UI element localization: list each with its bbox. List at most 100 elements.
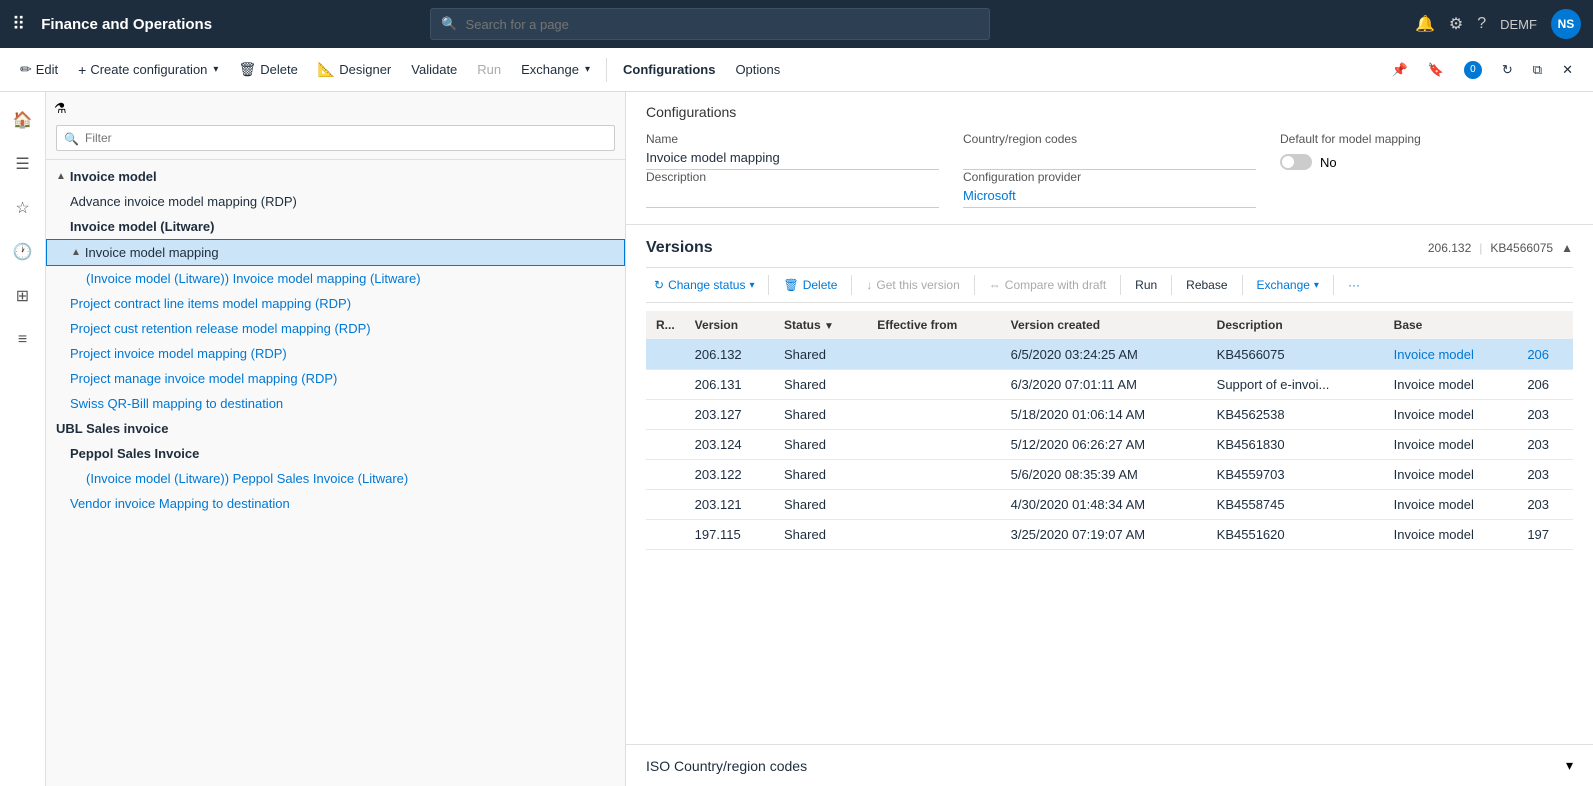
tree-item[interactable]: Project contract line items model mappin… <box>46 291 625 316</box>
close-icon[interactable]: ✕ <box>1554 57 1581 83</box>
options-button[interactable]: Options <box>727 57 788 82</box>
tree-item[interactable]: Project manage invoice model mapping (RD… <box>46 366 625 391</box>
sidebar-recent-icon[interactable]: 🕐 <box>5 234 41 270</box>
versions-exchange-button[interactable]: Exchange ▾ <box>1249 274 1327 296</box>
table-cell: Shared <box>774 340 867 370</box>
table-cell: Support of e-invoi... <box>1207 370 1384 400</box>
default-mapping-field: Default for model mapping No <box>1280 132 1573 170</box>
exchange-button[interactable]: Exchange ▾ <box>513 57 598 82</box>
table-cell: KB4558745 <box>1207 490 1384 520</box>
bookmark-icon[interactable]: 🔖 <box>1420 57 1452 83</box>
change-status-button[interactable]: ↻ Change status ▾ <box>646 274 762 296</box>
table-header-row: R... Version Status ▼ Effective from Ver… <box>646 311 1573 340</box>
tree-item[interactable]: (Invoice model (Litware)) Invoice model … <box>46 266 625 291</box>
help-icon[interactable]: ? <box>1477 15 1486 33</box>
tree-item[interactable]: ▲Invoice model <box>46 164 625 189</box>
versions-run-button[interactable]: Run <box>1127 274 1165 296</box>
tree-item[interactable]: Project invoice model mapping (RDP) <box>46 341 625 366</box>
table-cell: 206.131 <box>685 370 774 400</box>
tree-search-icon: 🔍 <box>64 132 79 146</box>
action-bar: ✏ Edit + Create configuration ▾ 🗑 Delete… <box>0 48 1593 92</box>
search-icon: 🔍 <box>441 16 457 32</box>
validate-button[interactable]: Validate <box>403 57 465 82</box>
sidebar-favorites-icon[interactable]: ☆ <box>5 190 41 226</box>
table-cell: 197 <box>1517 520 1573 550</box>
designer-button[interactable]: 📐 Designer <box>310 56 399 83</box>
iso-section[interactable]: ISO Country/region codes ▾ <box>626 744 1593 786</box>
create-configuration-button[interactable]: + Create configuration ▾ <box>70 57 226 83</box>
table-row[interactable]: 203.121Shared4/30/2020 01:48:34 AMKB4558… <box>646 490 1573 520</box>
versions-delete-button[interactable]: 🗑 Delete <box>775 274 845 296</box>
compare-draft-button[interactable]: ⇔ Compare with draft <box>981 274 1114 296</box>
versions-header: Versions 206.132 | KB4566075 ▲ <box>646 239 1573 257</box>
table-cell: 6/3/2020 07:01:11 AM <box>1001 370 1207 400</box>
rebase-button[interactable]: Rebase <box>1178 274 1235 296</box>
table-cell: 206 <box>1517 370 1573 400</box>
tree-item[interactable]: UBL Sales invoice <box>46 416 625 441</box>
table-row[interactable]: 206.131Shared6/3/2020 07:01:11 AMSupport… <box>646 370 1573 400</box>
tree-item-label: UBL Sales invoice <box>56 421 168 436</box>
tree-filter-input[interactable] <box>56 125 615 151</box>
sidebar-list-icon[interactable]: ≡ <box>5 322 41 358</box>
iso-title: ISO Country/region codes <box>646 758 807 774</box>
designer-icon: 📐 <box>318 61 335 78</box>
tree-item[interactable]: Invoice model (Litware) <box>46 214 625 239</box>
configurations-title: Configurations <box>646 104 1573 120</box>
table-cell: 203.124 <box>685 430 774 460</box>
table-cell: KB4559703 <box>1207 460 1384 490</box>
run-button[interactable]: Run <box>469 57 509 82</box>
refresh-icon[interactable]: ↻ <box>1494 57 1521 83</box>
delete-icon: 🗑 <box>238 61 256 78</box>
chevron-down-icon-exchange2: ▾ <box>1314 280 1319 291</box>
chevron-up-icon[interactable]: ▲ <box>1561 241 1573 255</box>
search-box[interactable]: 🔍 <box>430 8 990 40</box>
more-options-button[interactable]: ··· <box>1340 274 1368 296</box>
tree-item[interactable]: Advance invoice model mapping (RDP) <box>46 189 625 214</box>
table-cell: Shared <box>774 460 867 490</box>
table-row[interactable]: 203.127Shared5/18/2020 01:06:14 AMKB4562… <box>646 400 1573 430</box>
table-cell: 3/25/2020 07:19:07 AM <box>1001 520 1207 550</box>
settings-icon[interactable]: ⚙ <box>1449 14 1463 34</box>
default-mapping-toggle[interactable] <box>1280 154 1312 170</box>
edit-button[interactable]: ✏ Edit <box>12 56 66 83</box>
pin-icon[interactable]: 📌 <box>1384 57 1416 83</box>
description-field: Description <box>646 170 939 208</box>
tree-toggle-icon[interactable]: ▲ <box>71 247 81 258</box>
tree-item[interactable]: (Invoice model (Litware)) Peppol Sales I… <box>46 466 625 491</box>
filter-icon[interactable]: ⚗ <box>54 100 67 117</box>
sidebar-workspaces-icon[interactable]: ⊞ <box>5 278 41 314</box>
badge-icon[interactable]: 0 <box>1456 56 1490 84</box>
tree-item[interactable]: Project cust retention release model map… <box>46 316 625 341</box>
notification-icon[interactable]: 🔔 <box>1415 14 1435 34</box>
sidebar-home-icon[interactable]: 🏠 <box>5 102 41 138</box>
configurations-button[interactable]: Configurations <box>615 57 723 82</box>
delete-button[interactable]: 🗑 Delete <box>230 56 305 83</box>
table-cell: Invoice model <box>1384 400 1518 430</box>
get-version-button[interactable]: ↓ Get this version <box>858 274 967 296</box>
table-cell <box>867 340 1000 370</box>
waffle-icon[interactable]: ⠿ <box>12 14 25 35</box>
open-in-new-icon[interactable]: ⧉ <box>1525 57 1550 83</box>
tree-item[interactable]: Swiss QR-Bill mapping to destination <box>46 391 625 416</box>
tree-item-label: Project cust retention release model map… <box>70 321 371 336</box>
tree-item[interactable]: ▲Invoice model mapping <box>46 239 625 266</box>
col-version: Version <box>685 311 774 340</box>
search-input[interactable] <box>466 17 980 32</box>
avatar[interactable]: NS <box>1551 9 1581 39</box>
table-row[interactable]: 206.132Shared6/5/2020 03:24:25 AMKB45660… <box>646 340 1573 370</box>
tree-toggle-icon[interactable]: ▲ <box>56 171 66 182</box>
table-cell <box>646 400 685 430</box>
top-navigation: ⠿ Finance and Operations 🔍 🔔 ⚙ ? DEMF NS <box>0 0 1593 48</box>
table-row[interactable]: 197.115Shared3/25/2020 07:19:07 AMKB4551… <box>646 520 1573 550</box>
change-status-icon: ↻ <box>654 278 664 292</box>
tree-item[interactable]: Vendor invoice Mapping to destination <box>46 491 625 516</box>
tree-item[interactable]: Peppol Sales Invoice <box>46 441 625 466</box>
table-cell: Invoice model <box>1384 430 1518 460</box>
action-bar-right: 📌 🔖 0 ↻ ⧉ ✕ <box>1384 56 1581 84</box>
sidebar-menu-icon[interactable]: ☰ <box>5 146 41 182</box>
col-description: Description <box>1207 311 1384 340</box>
table-row[interactable]: 203.122Shared5/6/2020 08:35:39 AMKB45597… <box>646 460 1573 490</box>
table-cell: Invoice model <box>1384 370 1518 400</box>
table-row[interactable]: 203.124Shared5/12/2020 06:26:27 AMKB4561… <box>646 430 1573 460</box>
table-cell: Invoice model <box>1384 520 1518 550</box>
